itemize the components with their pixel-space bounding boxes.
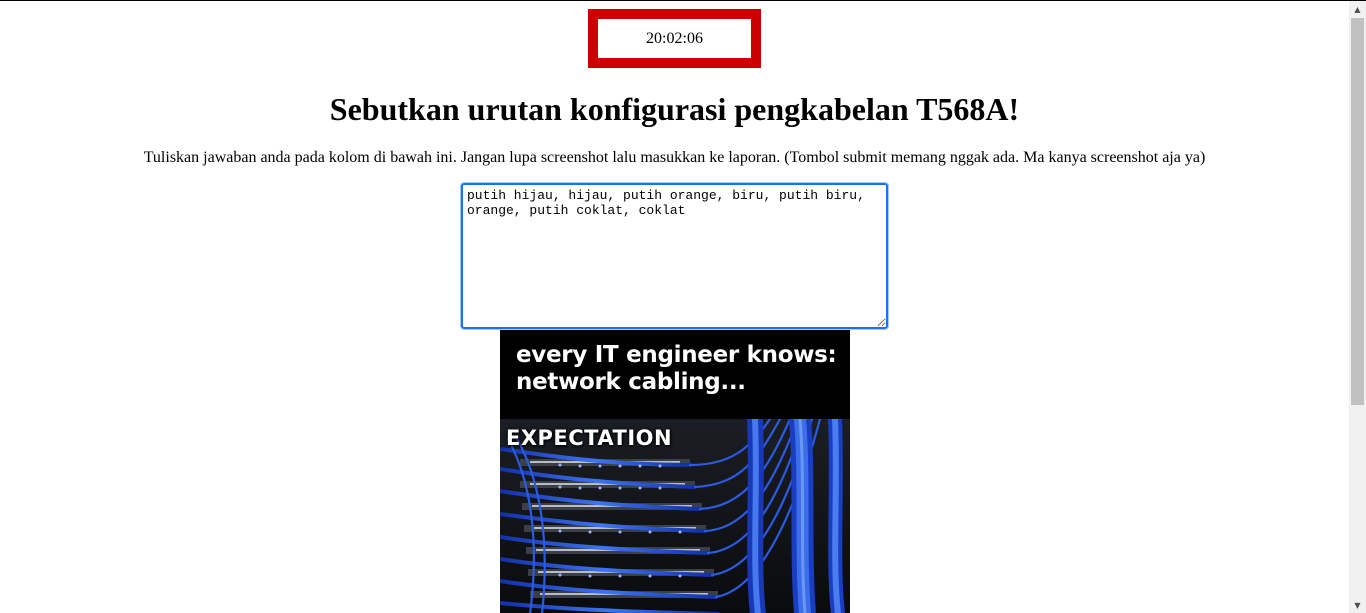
meme-image: every IT engineer knows: network cabling… xyxy=(500,330,850,613)
clock-time: 20:02:06 xyxy=(598,19,751,58)
scroll-up-arrow-icon[interactable]: ▲ xyxy=(1349,1,1366,18)
instructions-text: Tuliskan jawaban anda pada kolom di bawa… xyxy=(143,149,1206,166)
scrollbar-thumb[interactable] xyxy=(1351,18,1364,405)
meme-expectation-label: EXPECTATION xyxy=(506,426,673,450)
vertical-scrollbar[interactable]: ▲ ▼ xyxy=(1349,1,1366,613)
page: 20:02:06 Sebutkan urutan konfigurasi pen… xyxy=(0,1,1349,613)
meme-caption: every IT engineer knows: network cabling… xyxy=(516,342,837,395)
scroll-down-arrow-icon[interactable]: ▼ xyxy=(1349,597,1366,613)
question-title: Sebutkan urutan konfigurasi pengkabelan … xyxy=(329,91,1020,127)
answer-textarea[interactable] xyxy=(460,182,889,330)
clock-box: 20:02:06 xyxy=(588,9,761,68)
